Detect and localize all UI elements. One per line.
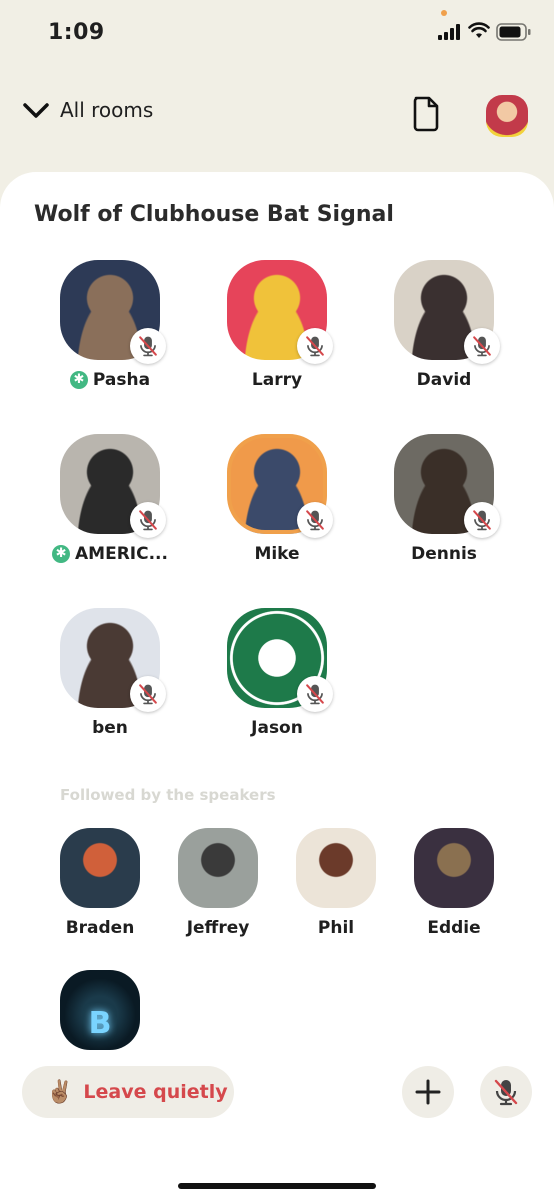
muted-badge: [130, 328, 166, 364]
mic-muted-icon: [473, 336, 491, 357]
speaker-name: Dennis: [411, 544, 477, 564]
speaker-name-row: Mike: [194, 544, 360, 564]
listener-avatar[interactable]: B: [60, 970, 140, 1050]
listener-name: Jeffrey: [186, 918, 250, 938]
profile-avatar[interactable]: [486, 95, 528, 137]
listener-tile[interactable]: B: [60, 970, 140, 1050]
listener-tile[interactable]: Jeffrey: [178, 828, 258, 938]
add-button[interactable]: [402, 1066, 454, 1118]
status-time: 1:09: [48, 20, 105, 45]
listener-name: Braden: [65, 918, 135, 938]
wifi-icon: [468, 22, 490, 38]
speaker-name-row: ✱ Pasha: [27, 370, 193, 390]
mic-muted-icon: [139, 336, 157, 357]
mic-toggle-button[interactable]: [480, 1066, 532, 1118]
speaker-name: Jason: [251, 718, 303, 738]
listener-avatar[interactable]: [178, 828, 258, 908]
speaker-tile[interactable]: David: [361, 260, 527, 390]
room-title: Wolf of Clubhouse Bat Signal: [34, 202, 394, 227]
speaker-name: Mike: [254, 544, 300, 564]
speaker-tile[interactable]: ✱ AMERIC...: [27, 434, 193, 564]
moderator-star-icon: ✱: [69, 371, 88, 389]
plus-icon: [415, 1079, 441, 1105]
peace-hand-icon: ✌🏽: [46, 1079, 74, 1105]
all-rooms-button[interactable]: All rooms: [22, 98, 153, 122]
all-rooms-label: All rooms: [60, 98, 154, 122]
home-indicator: [178, 1183, 376, 1189]
document-icon[interactable]: [412, 96, 440, 132]
mic-muted-icon: [306, 336, 324, 357]
room-header: All rooms: [0, 88, 554, 144]
chevron-down-icon: [23, 103, 49, 118]
listener-avatar[interactable]: [296, 828, 376, 908]
speaker-tile[interactable]: ✱ Pasha: [27, 260, 193, 390]
listener-name: Phil: [317, 918, 355, 938]
mic-muted-icon: [139, 510, 157, 531]
listener-tile[interactable]: Eddie: [414, 828, 494, 938]
muted-badge: [130, 502, 166, 538]
speaker-name-row: David: [361, 370, 527, 390]
speaker-tile[interactable]: Jason: [194, 608, 360, 738]
room-sheet: Wolf of Clubhouse Bat Signal ✱ Pasha Larry…: [0, 172, 554, 1200]
speaker-name-row: Larry: [194, 370, 360, 390]
speaker-name: Larry: [251, 370, 303, 390]
muted-badge: [297, 676, 333, 712]
listener-tile[interactable]: Braden: [60, 828, 140, 938]
speaker-tile[interactable]: Dennis: [361, 434, 527, 564]
speaker-name: ben: [92, 718, 128, 738]
mic-muted-icon: [306, 510, 324, 531]
speaker-name-row: ✱ AMERIC...: [27, 544, 193, 564]
mic-muted-icon: [473, 510, 491, 531]
moderator-star-icon: ✱: [52, 545, 71, 563]
followed-section-label: Followed by the speakers: [60, 786, 276, 804]
muted-badge: [297, 502, 333, 538]
cellular-signal-icon: [438, 24, 460, 40]
speaker-tile[interactable]: Mike: [194, 434, 360, 564]
muted-badge: [130, 676, 166, 712]
listener-tile[interactable]: Phil: [296, 828, 376, 938]
leave-quietly-button[interactable]: ✌🏽 Leave quietly: [22, 1066, 234, 1118]
speaker-name-row: Jason: [194, 718, 360, 738]
privacy-indicator-icon: [441, 10, 447, 16]
speaker-tile[interactable]: Larry: [194, 260, 360, 390]
speaker-name: Pasha: [92, 370, 151, 390]
listener-avatar[interactable]: [60, 828, 140, 908]
muted-badge: [464, 502, 500, 538]
status-bar: 1:09: [0, 0, 554, 70]
speaker-name-row: Dennis: [361, 544, 527, 564]
speaker-name: AMERIC...: [75, 544, 168, 564]
speaker-name: David: [416, 370, 472, 390]
leave-quietly-label: Leave quietly: [83, 1081, 228, 1103]
mic-muted-icon: [306, 684, 324, 705]
mic-muted-icon: [139, 684, 157, 705]
speaker-name-row: ben: [27, 718, 193, 738]
speaker-tile[interactable]: ben: [27, 608, 193, 738]
mic-muted-icon: [494, 1079, 518, 1106]
listener-avatar[interactable]: [414, 828, 494, 908]
muted-badge: [464, 328, 500, 364]
muted-badge: [297, 328, 333, 364]
avatar-letter: B: [88, 1005, 112, 1041]
battery-icon: [496, 23, 531, 41]
listener-name: Eddie: [427, 918, 481, 938]
